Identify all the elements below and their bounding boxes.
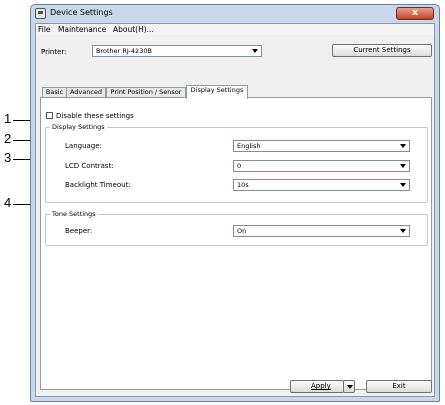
apply-label: Apply [311, 382, 331, 390]
title-bar[interactable]: Device Settings x [31, 5, 439, 23]
menu-bar: File Maintenance About(H)... [36, 24, 434, 35]
exit-button[interactable]: Exit [366, 380, 432, 393]
chevron-down-icon [347, 385, 353, 389]
printer-label: Printer: [41, 48, 67, 56]
chevron-down-icon [400, 229, 406, 233]
display-settings-panel: Disable these settings Display Settings … [40, 97, 432, 390]
beeper-select[interactable]: On [233, 225, 410, 237]
beeper-value: On [237, 227, 247, 235]
tab-display-settings[interactable]: Display Settings [186, 85, 248, 99]
disable-settings-checkbox[interactable] [46, 112, 53, 119]
chevron-down-icon [400, 144, 406, 148]
backlight-timeout-label: Backlight Timeout: [65, 181, 131, 189]
window-client: File Maintenance About(H)... Printer: Br… [35, 23, 435, 397]
tone-settings-group: Tone Settings Beeper: On [45, 210, 428, 246]
menu-maintenance[interactable]: Maintenance [58, 25, 106, 34]
menu-about[interactable]: About(H)... [113, 25, 154, 34]
language-value: English [237, 142, 261, 150]
chevron-down-icon [252, 49, 258, 53]
beeper-label: Beeper: [65, 227, 93, 235]
window-title: Device Settings [50, 8, 113, 17]
language-label: Language: [65, 142, 102, 150]
apply-button[interactable]: Apply [290, 380, 344, 393]
close-button[interactable]: x [396, 7, 434, 20]
lcd-contrast-label: LCD Contrast: [65, 162, 114, 170]
device-settings-window: Device Settings x File Maintenance About… [30, 4, 440, 402]
display-settings-title: Display Settings [50, 123, 107, 131]
lcd-contrast-value: 0 [237, 162, 242, 170]
callout-2: 2 [4, 131, 12, 146]
apply-dropdown-button[interactable] [343, 380, 355, 393]
menu-file[interactable]: File [38, 25, 51, 34]
language-select[interactable]: English [233, 140, 410, 152]
callout-3: 3 [4, 150, 12, 165]
backlight-timeout-value: 10s [237, 181, 249, 189]
printer-value: Brother RJ-4230B [96, 47, 152, 55]
tone-settings-title: Tone Settings [50, 210, 98, 218]
backlight-timeout-select[interactable]: 10s [233, 179, 410, 191]
lcd-contrast-select[interactable]: 0 [233, 160, 410, 172]
chevron-down-icon [400, 164, 406, 168]
current-settings-button[interactable]: Current Settings [332, 44, 432, 57]
display-settings-group: Display Settings Language: English LCD C… [45, 123, 428, 203]
disable-settings-label: Disable these settings [56, 112, 134, 120]
chevron-down-icon [400, 183, 406, 187]
app-icon [35, 8, 46, 19]
callout-4: 4 [4, 195, 12, 210]
callout-1: 1 [4, 111, 12, 126]
printer-select[interactable]: Brother RJ-4230B [92, 45, 262, 57]
